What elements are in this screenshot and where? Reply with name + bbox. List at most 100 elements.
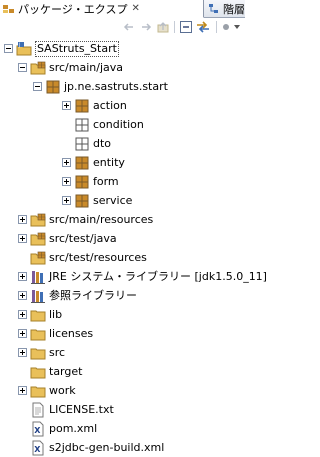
collapse-all-icon[interactable] [179, 20, 193, 34]
tree-item-label: jp.ne.sastruts.start [64, 80, 168, 93]
tree-item-label: service [93, 194, 133, 207]
tree-item-folder-work[interactable]: work [18, 381, 76, 400]
package-icon [45, 79, 61, 95]
tree-item-label: pom.xml [49, 422, 98, 435]
expand-toggle-icon[interactable] [62, 158, 71, 167]
package-empty-icon [74, 117, 90, 133]
tree-item-package-root[interactable]: jp.ne.sastruts.start [33, 77, 168, 96]
library-icon [30, 269, 46, 285]
tree-item-jre-library[interactable]: JRE システム・ライブラリー [jdk1.5.0_11] [18, 267, 267, 286]
tree-item-label: action [93, 99, 127, 112]
tree-item-file-license[interactable]: LICENSE.txt [30, 400, 114, 419]
expand-toggle-icon[interactable] [18, 386, 27, 395]
tab-package-explorer-label: パッケージ・エクスプ [18, 2, 128, 16]
tree-item-label: src/test/java [49, 232, 117, 245]
package-explorer-icon [3, 4, 15, 14]
source-folder-icon [30, 231, 46, 247]
source-folder-icon [30, 212, 46, 228]
tree-item-package-form[interactable]: form [62, 172, 119, 191]
tree-item-label: 参照ライブラリー [49, 289, 137, 302]
tree-item-label: lib [49, 308, 63, 321]
text-file-icon [30, 402, 46, 418]
package-icon [74, 98, 90, 114]
package-icon [74, 155, 90, 171]
tree-item-label: src/main/java [49, 61, 124, 74]
view-tab-bar: パッケージ・エクスプ ✕ 階層 [0, 0, 245, 18]
tree-item-label: work [49, 384, 76, 397]
view-menu-icon[interactable] [222, 20, 242, 34]
expand-toggle-icon[interactable] [18, 272, 27, 281]
collapse-toggle-icon[interactable] [18, 63, 27, 72]
tree-item-package-condition[interactable]: condition [74, 115, 144, 134]
toolbar-separator [216, 21, 217, 33]
source-folder-icon [30, 250, 46, 266]
expand-toggle-icon[interactable] [62, 101, 71, 110]
tree-item-folder-lib[interactable]: lib [18, 305, 62, 324]
tree-item-folder-licenses[interactable]: licenses [18, 324, 93, 343]
expand-toggle-icon[interactable] [62, 196, 71, 205]
tree-item-label: src/main/resources [49, 213, 154, 226]
expand-toggle-icon[interactable] [18, 310, 27, 319]
expand-toggle-icon[interactable] [18, 329, 27, 338]
forward-arrow-icon[interactable] [139, 20, 153, 34]
tab-hierarchy-label: 階層 [223, 2, 245, 16]
tree-item-label: licenses [49, 327, 94, 340]
tree-item-label: condition [93, 118, 144, 131]
tree-item-referenced-libraries[interactable]: 参照ライブラリー [18, 286, 137, 305]
tree-item-file-pom[interactable]: X pom.xml [30, 419, 97, 438]
package-icon [74, 174, 90, 190]
tree-item-label: s2jdbc-gen-build.xml [49, 441, 165, 454]
tree-item-src-test-resources[interactable]: src/test/resources [30, 248, 147, 267]
folder-icon [30, 307, 46, 323]
tree-item-label: form [93, 175, 119, 188]
back-arrow-icon[interactable] [122, 20, 136, 34]
tree-item-project[interactable]: J SAStruts_Start [4, 39, 119, 58]
link-with-editor-icon[interactable] [196, 20, 210, 34]
tree-item-label: src/test/resources [49, 251, 147, 264]
tree-item-label: dto [93, 137, 112, 150]
package-icon [74, 193, 90, 209]
folder-icon [30, 345, 46, 361]
folder-icon [30, 326, 46, 342]
source-folder-icon [30, 60, 46, 76]
xml-file-icon: X [30, 421, 46, 437]
tree-item-file-s2jdbc-gen-build[interactable]: X s2jdbc-gen-build.xml [30, 438, 164, 457]
toolbar-separator [174, 21, 175, 33]
expand-toggle-icon[interactable] [62, 177, 71, 186]
tree-item-package-action[interactable]: action [62, 96, 127, 115]
svg-text:X: X [34, 445, 41, 454]
library-icon [30, 288, 46, 304]
tree-item-folder-target[interactable]: target [30, 362, 82, 381]
xml-file-icon: X [30, 440, 46, 456]
tree-item-label: LICENSE.txt [49, 403, 114, 416]
tree-item-package-service[interactable]: service [62, 191, 132, 210]
expand-toggle-icon[interactable] [18, 348, 27, 357]
up-folder-icon[interactable] [156, 20, 170, 34]
close-icon[interactable]: ✕ [131, 3, 139, 14]
tab-hierarchy[interactable]: 階層 [205, 0, 245, 17]
expand-toggle-icon[interactable] [18, 215, 27, 224]
svg-text:J: J [18, 42, 20, 48]
tree-item-folder-src[interactable]: src [18, 343, 65, 362]
folder-icon [30, 383, 46, 399]
folder-icon [30, 364, 46, 380]
tree-item-package-dto[interactable]: dto [74, 134, 111, 153]
collapse-toggle-icon[interactable] [33, 82, 42, 91]
tree-item-label: entity [93, 156, 125, 169]
tree-item-src-main-resources[interactable]: src/main/resources [18, 210, 153, 229]
tree-item-src-test-java[interactable]: src/test/java [18, 229, 117, 248]
java-project-icon: J [16, 41, 32, 57]
expand-toggle-icon[interactable] [18, 234, 27, 243]
tab-package-explorer[interactable]: パッケージ・エクスプ ✕ [0, 0, 204, 18]
view-toolbar [0, 18, 245, 36]
tree-item-label: target [49, 365, 83, 378]
collapse-toggle-icon[interactable] [4, 44, 13, 53]
tree-item-label: SAStruts_Start [35, 40, 119, 57]
tree-item-label: src [49, 346, 66, 359]
hierarchy-icon [208, 3, 220, 14]
package-empty-icon [74, 136, 90, 152]
tree-item-label: JRE システム・ライブラリー [jdk1.5.0_11] [49, 270, 267, 283]
expand-toggle-icon[interactable] [18, 291, 27, 300]
tree-item-package-entity[interactable]: entity [62, 153, 125, 172]
tree-item-src-main-java[interactable]: src/main/java [18, 58, 123, 77]
